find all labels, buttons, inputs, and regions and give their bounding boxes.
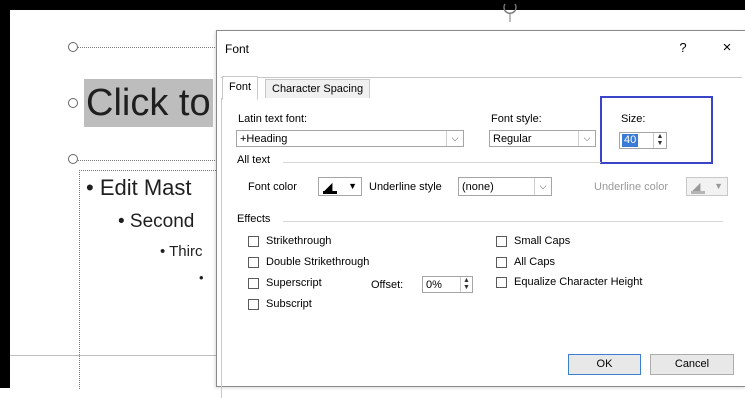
latin-text-font-value: +Heading [240,133,288,145]
subscript-label: Subscript [266,298,312,310]
tab-character-spacing-label: Character Spacing [272,83,364,95]
offset-spin-field[interactable]: 0% ▲ ▼ [422,276,473,293]
subscript-checkbox[interactable] [248,299,259,310]
strikethrough-checkbox[interactable] [248,236,259,247]
equalize-height-checkbox[interactable] [496,277,507,288]
cancel-button[interactable]: Cancel [650,354,734,375]
size-value[interactable]: 40 [622,134,639,147]
window-left-edge [0,0,10,388]
superscript-checkbox[interactable] [248,278,259,289]
latin-text-font-combo[interactable]: +Heading ⌵ [236,130,464,147]
all-text-heading: All text [237,154,271,166]
window-top-edge [0,0,745,10]
size-highlight-box [600,96,713,164]
strikethrough-label: Strikethrough [266,235,332,247]
resize-handle-top-left[interactable] [68,42,78,52]
close-button[interactable]: × [719,39,735,56]
all-text-divider [283,162,601,163]
font-style-value: Regular [493,133,532,145]
color-swatch [323,191,337,194]
body-level-1: • Edit Mast [86,175,192,200]
underline-color-label: Underline color [594,181,668,193]
font-style-combo[interactable]: Regular ⌵ [489,130,596,147]
small-caps-label: Small Caps [514,235,571,247]
resize-handle-bottom-left[interactable] [68,154,78,164]
resize-handle-middle-left[interactable] [68,98,78,108]
font-color-button[interactable]: ◢ ▼ [318,177,362,196]
effects-heading: Effects [237,213,271,225]
chevron-down-icon[interactable]: ⌵ [534,178,551,195]
underline-style-label: Underline style [369,181,442,193]
small-caps-checkbox[interactable] [496,236,507,247]
latin-text-font-label: Latin text font: [238,113,308,125]
all-caps-checkbox[interactable] [496,257,507,268]
tab-font-label: Font [229,81,252,93]
font-dialog: Font ? × Character Spacing Font Latin te… [216,30,745,398]
tab-character-spacing[interactable]: Character Spacing [265,79,371,98]
spin-up-down-icon[interactable]: ▲ ▼ [653,133,666,148]
effects-divider [283,221,723,222]
equalize-height-label: Equalize Character Height [514,276,643,288]
tab-strip-line [221,77,742,78]
font-color-label: Font color [248,181,297,193]
size-spin-field[interactable]: 40 ▲ ▼ [619,132,667,149]
size-label: Size: [621,113,646,125]
all-caps-label: All Caps [514,256,555,268]
body-level-3: • Thirc [160,243,203,260]
double-strikethrough-label: Double Strikethrough [266,256,370,268]
dropdown-arrow-icon: ▼ [348,181,357,191]
color-swatch [691,191,705,194]
chevron-down-icon[interactable]: ⌵ [578,131,595,146]
double-strikethrough-checkbox[interactable] [248,257,259,268]
offset-value[interactable]: 0% [426,278,442,292]
dialog-title: Font [225,42,250,56]
underline-color-button[interactable]: ◢ ▼ [686,177,728,196]
underline-style-value: (none) [462,181,494,193]
tab-font[interactable]: Font [222,76,259,100]
superscript-label: Superscript [266,277,322,289]
body-level-2: • Second [118,211,195,232]
font-style-label: Font style: [491,113,542,125]
chevron-down-icon[interactable]: ⌵ [446,131,463,146]
offset-label: Offset: [371,279,404,291]
ok-button[interactable]: OK [568,354,641,375]
body-level-4: • [199,270,204,285]
dropdown-arrow-icon: ▼ [714,181,723,191]
spin-up-down-icon[interactable]: ▲ ▼ [460,277,472,292]
underline-style-combo[interactable]: (none) ⌵ [458,177,552,196]
help-button[interactable]: ? [676,40,690,55]
title-placeholder-text[interactable]: Click to [84,79,213,127]
rotation-handle-icon[interactable] [500,0,520,22]
